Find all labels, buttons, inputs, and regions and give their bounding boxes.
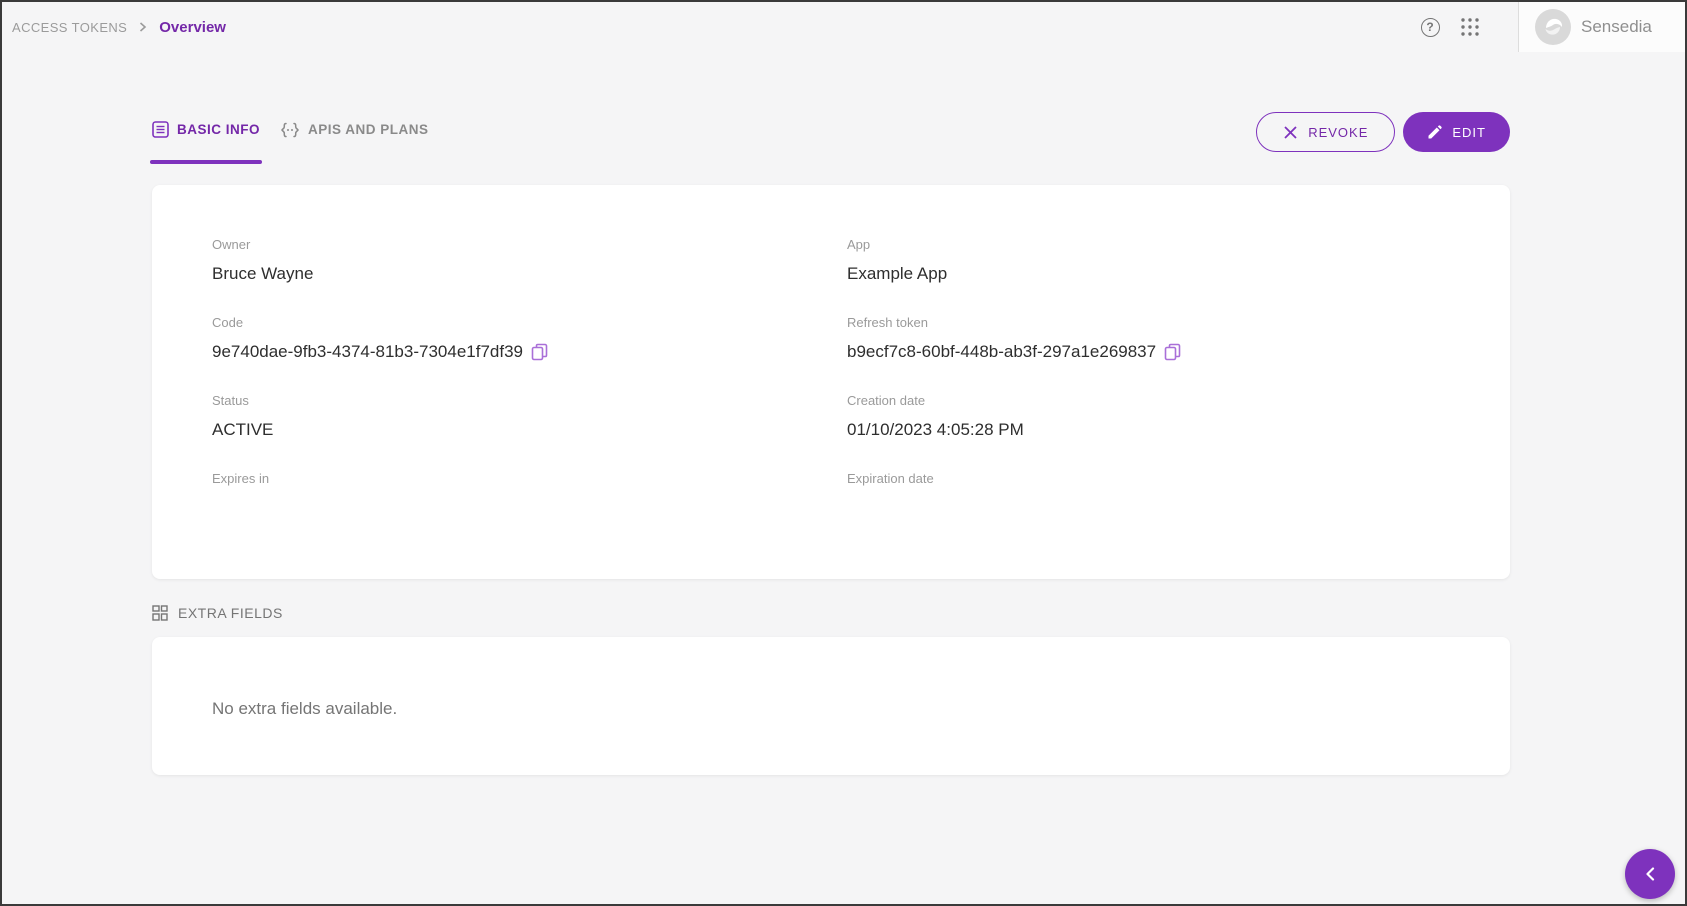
extra-fields-header: EXTRA FIELDS — [152, 605, 1510, 621]
apps-grid-button[interactable] — [1450, 7, 1490, 47]
field-expires-in: Expires in — [212, 471, 847, 518]
topbar-right: ? Sensedia — [1410, 2, 1685, 52]
topbar: ACCESS TOKENS Overview ? — [2, 2, 1685, 52]
extra-fields-title: EXTRA FIELDS — [178, 605, 283, 621]
action-buttons: REVOKE EDIT — [1256, 112, 1510, 164]
brand-name: Sensedia — [1581, 17, 1652, 37]
field-status: Status ACTIVE — [212, 393, 847, 440]
sensedia-logo-icon — [1535, 9, 1571, 45]
field-app: App Example App — [847, 237, 1450, 284]
copy-icon — [531, 343, 548, 361]
field-owner: Owner Bruce Wayne — [212, 237, 847, 284]
dashboard-grid-icon — [152, 605, 168, 621]
app-window: ACCESS TOKENS Overview ? — [0, 0, 1687, 906]
empty-message: No extra fields available. — [212, 699, 1450, 719]
field-label: Expiration date — [847, 471, 1450, 486]
revoke-button-label: REVOKE — [1308, 125, 1368, 140]
field-label: Expires in — [212, 471, 847, 486]
tab-basic-info[interactable]: BASIC INFO — [152, 121, 260, 164]
field-value: Bruce Wayne — [212, 263, 847, 284]
field-value: Example App — [847, 263, 1450, 284]
copy-icon — [1164, 343, 1181, 361]
field-code: Code 9e740dae-9fb3-4374-81b3-7304e1f7df3… — [212, 315, 847, 362]
breadcrumb: ACCESS TOKENS Overview — [2, 19, 226, 36]
help-button[interactable]: ? — [1410, 7, 1450, 47]
field-expiration-date: Expiration date — [847, 471, 1450, 518]
breadcrumb-current-page: Overview — [159, 19, 226, 36]
brand-area: Sensedia — [1518, 2, 1685, 52]
main-content: BASIC INFO APIS AND PLANS — [152, 112, 1510, 775]
close-icon — [1283, 125, 1298, 140]
edit-button[interactable]: EDIT — [1403, 112, 1510, 152]
help-icon: ? — [1421, 18, 1440, 37]
edit-button-label: EDIT — [1452, 125, 1486, 140]
field-label: Code — [212, 315, 847, 330]
field-value — [212, 497, 847, 518]
field-refresh-token: Refresh token b9ecf7c8-60bf-448b-ab3f-29… — [847, 315, 1450, 362]
code-value: 9e740dae-9fb3-4374-81b3-7304e1f7df39 — [212, 342, 523, 362]
field-value: b9ecf7c8-60bf-448b-ab3f-297a1e269837 — [847, 341, 1450, 362]
apps-grid-icon — [1461, 18, 1479, 36]
tab-apis-and-plans-label: APIS AND PLANS — [308, 122, 429, 137]
pencil-icon — [1427, 125, 1442, 140]
collapse-panel-fab[interactable] — [1625, 849, 1675, 899]
field-label: Creation date — [847, 393, 1450, 408]
code-braces-icon — [280, 122, 300, 138]
breadcrumb-chevron-icon — [139, 22, 147, 32]
breadcrumb-access-tokens[interactable]: ACCESS TOKENS — [12, 20, 127, 35]
tabs-row: BASIC INFO APIS AND PLANS — [152, 112, 1510, 164]
tabs: BASIC INFO APIS AND PLANS — [152, 121, 429, 164]
tab-apis-and-plans[interactable]: APIS AND PLANS — [280, 121, 429, 164]
refresh-token-value: b9ecf7c8-60bf-448b-ab3f-297a1e269837 — [847, 342, 1156, 362]
field-value: 01/10/2023 4:05:28 PM — [847, 419, 1450, 440]
revoke-button[interactable]: REVOKE — [1256, 112, 1395, 152]
tab-basic-info-label: BASIC INFO — [177, 122, 260, 137]
basic-info-card: Owner Bruce Wayne App Example App Code 9… — [152, 185, 1510, 579]
field-label: Owner — [212, 237, 847, 252]
copy-refresh-token-button[interactable] — [1164, 343, 1181, 361]
field-value — [847, 497, 1450, 518]
status-value: ACTIVE — [212, 419, 847, 440]
extra-fields-card: No extra fields available. — [152, 637, 1510, 775]
list-alt-icon — [152, 121, 169, 138]
field-creation-date: Creation date 01/10/2023 4:05:28 PM — [847, 393, 1450, 440]
field-label: Status — [212, 393, 847, 408]
field-value: 9e740dae-9fb3-4374-81b3-7304e1f7df39 — [212, 341, 847, 362]
copy-code-button[interactable] — [531, 343, 548, 361]
field-label: Refresh token — [847, 315, 1450, 330]
chevron-left-icon — [1644, 866, 1656, 882]
field-label: App — [847, 237, 1450, 252]
fields-grid: Owner Bruce Wayne App Example App Code 9… — [212, 237, 1450, 549]
